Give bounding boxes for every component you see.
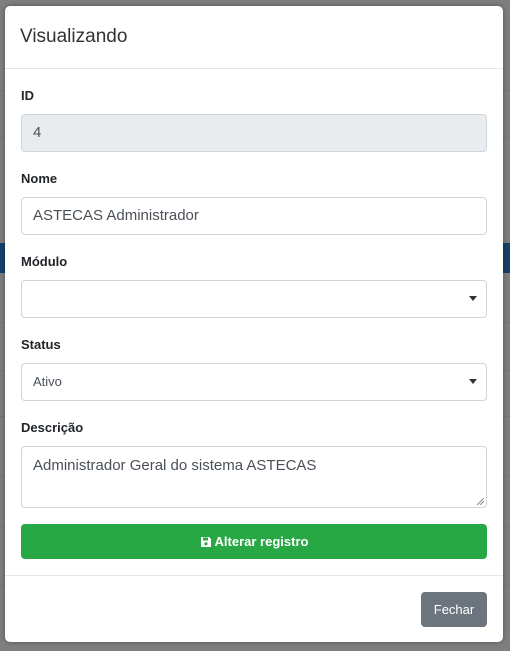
fechar-button[interactable]: Fechar xyxy=(421,592,487,627)
descricao-label: Descrição xyxy=(21,420,84,435)
status-label: Status xyxy=(21,337,61,352)
resize-grip-icon[interactable] xyxy=(476,497,484,505)
id-field: 4 xyxy=(21,114,487,152)
status-select[interactable]: Ativo xyxy=(21,363,487,401)
descricao-textarea[interactable]: Administrador Geral do sistema ASTECAS xyxy=(21,446,487,508)
descricao-textarea-value: Administrador Geral do sistema ASTECAS xyxy=(33,457,317,474)
nome-label: Nome xyxy=(21,171,58,186)
status-select-value: Ativo xyxy=(33,374,62,389)
modal-title: Visualizando xyxy=(20,26,128,47)
modal-footer-divider xyxy=(5,575,503,576)
caret-down-icon xyxy=(469,379,477,384)
view-record-modal: Visualizando ID 4 Nome ASTECAS Administr… xyxy=(5,6,503,642)
caret-down-icon xyxy=(469,296,477,301)
alterar-registro-label: Alterar registro xyxy=(214,534,309,549)
id-label: ID xyxy=(21,88,34,103)
modulo-select[interactable] xyxy=(21,280,487,318)
nome-input[interactable]: ASTECAS Administrador xyxy=(21,197,487,235)
modulo-label: Módulo xyxy=(21,254,68,269)
floppy-disk-icon xyxy=(200,536,211,547)
modal-header: Visualizando xyxy=(5,6,503,69)
fechar-label: Fechar xyxy=(433,602,475,617)
alterar-registro-button[interactable]: Alterar registro xyxy=(21,524,487,559)
